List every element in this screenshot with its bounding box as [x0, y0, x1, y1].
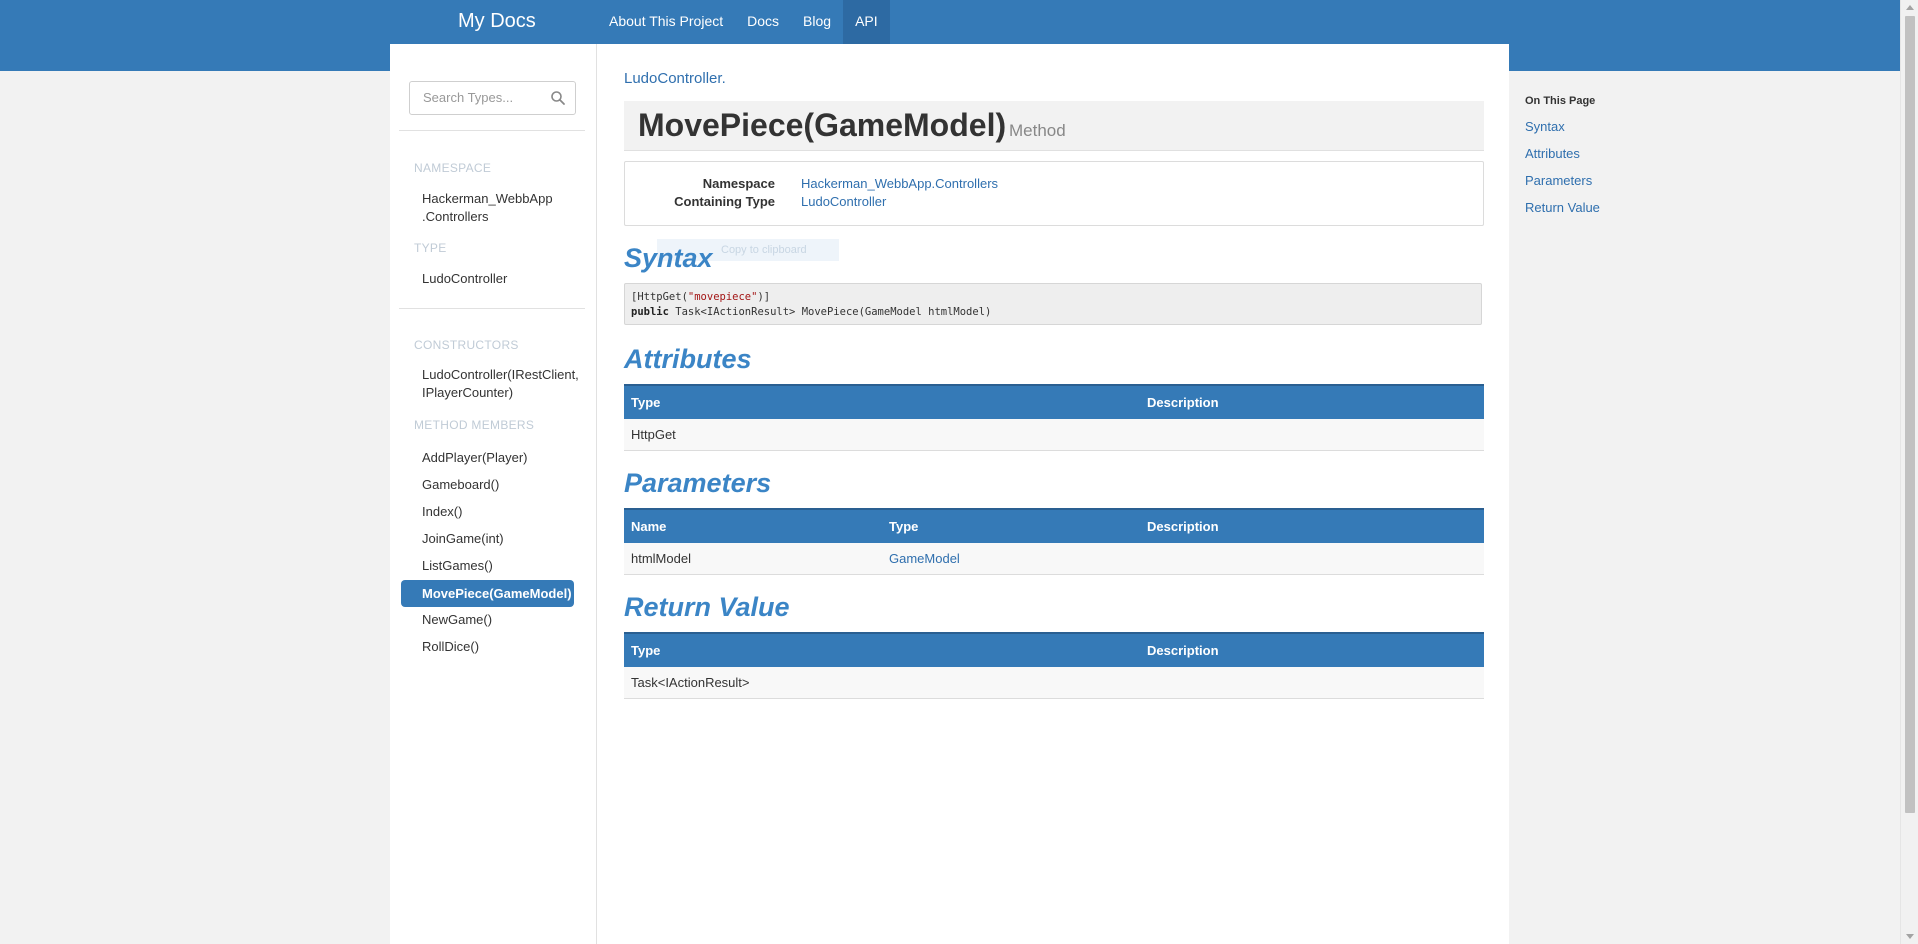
sidebar-item-movepiece[interactable]: MovePiece(GameModel)	[401, 580, 574, 607]
table-cell	[1140, 667, 1484, 699]
page-container: NAMESPACE Hackerman_WebbApp .Controllers…	[390, 44, 1509, 944]
sidebar-item-type[interactable]: LudoController	[422, 270, 507, 288]
code-token: [HttpGet(	[631, 291, 688, 303]
toc-item-parameters[interactable]: Parameters	[1525, 167, 1600, 194]
scroll-down-icon[interactable]	[1906, 934, 1914, 939]
table-row: Task<IActionResult>	[624, 667, 1484, 699]
code-line-2: public Task<IActionResult> MovePiece(Gam…	[631, 305, 1475, 320]
constructor-line1: LudoController(IRestClient,	[422, 367, 579, 382]
vertical-scrollbar[interactable]	[1900, 0, 1918, 944]
return-value-heading: Return Value	[624, 592, 790, 622]
table-header-row: Type Description	[624, 632, 1484, 667]
containing-type-label: Containing Type	[674, 194, 775, 209]
containing-type-link[interactable]: LudoController	[801, 194, 886, 209]
main-nav: About This Project Docs Blog API	[597, 0, 890, 44]
namespace-line1: Hackerman_WebbApp	[422, 191, 553, 206]
breadcrumb[interactable]: LudoController.	[624, 70, 726, 87]
table-cell	[1140, 419, 1484, 451]
table-cell: HttpGet	[624, 419, 1140, 451]
scrollbar-thumb[interactable]	[1905, 16, 1915, 813]
nav-about[interactable]: About This Project	[597, 0, 735, 44]
nav-api[interactable]: API	[843, 0, 890, 44]
sidebar-item-index[interactable]: Index()	[422, 503, 462, 521]
namespace-line2: .Controllers	[422, 209, 489, 224]
attributes-heading: Attributes	[624, 344, 752, 374]
title-box: MovePiece(GameModel) Method	[624, 101, 1484, 151]
left-sidebar: NAMESPACE Hackerman_WebbApp .Controllers…	[390, 44, 597, 944]
on-this-page: On This Page Syntax Attributes Parameter…	[1525, 95, 1600, 221]
type-link[interactable]: GameModel	[889, 551, 960, 566]
table-cell: GameModel	[882, 543, 1140, 575]
namespace-section-label: NAMESPACE	[414, 161, 492, 175]
column-header: Type	[624, 384, 1140, 419]
scroll-up-icon[interactable]	[1906, 5, 1914, 10]
toc-item-attributes[interactable]: Attributes	[1525, 140, 1600, 167]
toc-item-return-value[interactable]: Return Value	[1525, 194, 1600, 221]
table-row: HttpGet	[624, 419, 1484, 451]
namespace-link[interactable]: Hackerman_WebbApp.Controllers	[801, 176, 998, 191]
sidebar-item-namespace[interactable]: Hackerman_WebbApp .Controllers	[422, 190, 553, 226]
column-header: Type	[882, 508, 1140, 543]
toc-title: On This Page	[1525, 95, 1596, 107]
code-token: )]	[757, 291, 771, 303]
constructors-section-label: CONSTRUCTORS	[414, 338, 519, 352]
code-token: Task<IActionResult> MovePiece(GameModel …	[668, 306, 992, 318]
sidebar-item-constructor[interactable]: LudoController(IRestClient, IPlayerCount…	[422, 366, 579, 402]
sidebar-item-addplayer[interactable]: AddPlayer(Player)	[422, 449, 528, 467]
table-cell: htmlModel	[624, 543, 882, 575]
code-line-1: [HttpGet("movepiece")]	[631, 290, 1475, 305]
column-header: Description	[1140, 632, 1484, 667]
brand-link[interactable]: My Docs	[458, 0, 536, 44]
parameters-table: Name Type Description htmlModel GameMode…	[624, 508, 1484, 575]
sidebar-item-listgames[interactable]: ListGames()	[422, 557, 493, 575]
type-section-label: TYPE	[414, 241, 447, 255]
constructor-line2: IPlayerCounter)	[422, 385, 514, 400]
methods-section-label: METHOD MEMBERS	[414, 418, 535, 432]
search-box	[409, 81, 576, 115]
nav-docs[interactable]: Docs	[735, 0, 791, 44]
table-cell	[1140, 543, 1484, 575]
column-header: Name	[624, 508, 882, 543]
nav-blog[interactable]: Blog	[791, 0, 843, 44]
code-keyword: public	[631, 306, 669, 318]
table-cell: Task<IActionResult>	[624, 667, 1140, 699]
column-header: Description	[1140, 384, 1484, 419]
sidebar-divider	[399, 308, 585, 309]
column-header: Description	[1140, 508, 1484, 543]
attributes-table: Type Description HttpGet	[624, 384, 1484, 451]
sidebar-item-joingame[interactable]: JoinGame(int)	[422, 530, 504, 548]
table-header-row: Type Description	[624, 384, 1484, 419]
return-value-table: Type Description Task<IActionResult>	[624, 632, 1484, 699]
namespace-label: Namespace	[702, 176, 775, 191]
table-header-row: Name Type Description	[624, 508, 1484, 543]
syntax-heading: Syntax	[624, 243, 713, 273]
sidebar-item-gameboard[interactable]: Gameboard()	[422, 476, 499, 494]
code-string: "movepiece"	[687, 291, 758, 303]
search-icon[interactable]	[550, 90, 566, 106]
column-header: Type	[624, 632, 1140, 667]
parameters-heading: Parameters	[624, 468, 772, 498]
sidebar-item-rolldice[interactable]: RollDice()	[422, 638, 479, 656]
sidebar-item-newgame[interactable]: NewGame()	[422, 611, 492, 629]
toc-item-syntax[interactable]: Syntax	[1525, 113, 1600, 140]
member-kind: Method	[1009, 121, 1066, 140]
sidebar-divider	[399, 130, 585, 131]
info-box: Namespace Hackerman_WebbApp.Controllers …	[624, 161, 1484, 226]
syntax-code-block: [HttpGet("movepiece")] public Task<IActi…	[624, 283, 1482, 325]
search-input[interactable]	[411, 83, 553, 111]
table-row: htmlModel GameModel	[624, 543, 1484, 575]
page-title: MovePiece(GameModel)	[638, 107, 1007, 143]
